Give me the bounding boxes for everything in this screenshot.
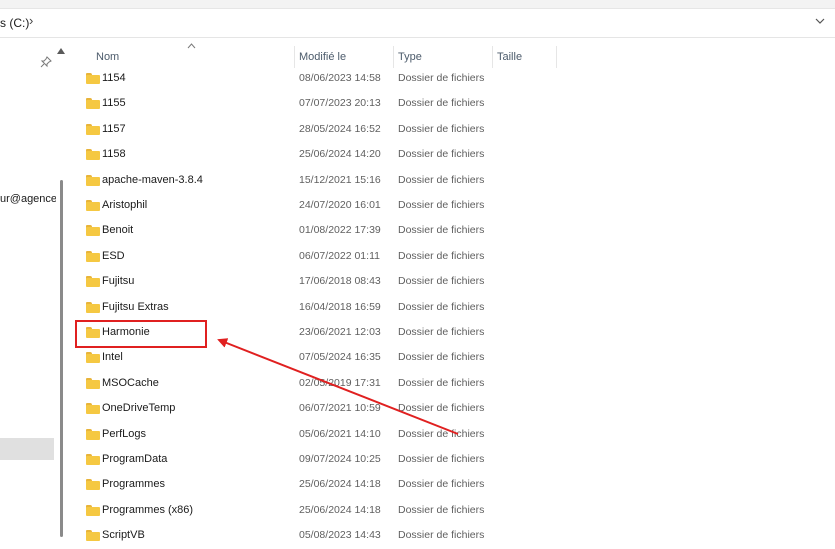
file-name: ScriptVB xyxy=(102,529,145,542)
file-modified-date: 05/06/2021 14:10 xyxy=(299,427,381,440)
file-type: Dossier de fichiers xyxy=(398,529,485,542)
file-modified-date: 15/12/2021 15:16 xyxy=(299,173,381,186)
folder-icon xyxy=(86,352,100,364)
file-type: Dossier de fichiers xyxy=(398,453,485,465)
file-modified-date: 09/07/2024 10:25 xyxy=(299,453,381,465)
file-name: ProgramData xyxy=(102,453,168,465)
table-row[interactable]: OneDriveTemp 06/07/2021 10:59 Dossier de f… xyxy=(80,397,580,422)
file-modified-date: 08/06/2023 14:58 xyxy=(299,72,381,84)
file-name: Intel xyxy=(102,351,123,364)
folder-icon xyxy=(86,454,100,465)
folder-icon xyxy=(86,149,100,161)
file-modified-date: 25/06/2024 14:18 xyxy=(299,478,381,491)
folder-icon xyxy=(86,250,100,262)
file-modified-date: 07/05/2024 16:35 xyxy=(299,351,381,364)
table-row[interactable]: ESD 06/07/2022 01:11 Dossier de fichiers xyxy=(80,245,580,270)
file-name: 1155 xyxy=(102,97,126,110)
folder-icon xyxy=(86,428,100,440)
table-row[interactable]: apache-maven-3.8.4 15/12/2021 15:16 Dossie… xyxy=(80,169,580,194)
file-type: Dossier de fichiers xyxy=(398,402,485,415)
file-name: Programmes (x86) xyxy=(102,503,194,516)
file-modified-date: 02/05/2019 17:31 xyxy=(299,376,381,389)
table-row[interactable]: 1155 07/07/2023 20:13 Dossier de fichiers xyxy=(80,92,580,117)
folder-icon xyxy=(86,123,100,135)
folder-icon xyxy=(86,200,100,211)
table-row[interactable]: Fujitsu 17/06/2018 08:43 Dossier de fichie… xyxy=(80,270,580,295)
folder-icon xyxy=(86,403,100,415)
file-name: Benoit xyxy=(102,224,134,237)
folder-icon xyxy=(86,301,100,313)
file-name: 1158 xyxy=(102,148,126,161)
file-type: Dossier de fichiers xyxy=(398,326,485,338)
table-row[interactable]: 1154 08/06/2023 14:58 Dossier de fichiers xyxy=(80,67,580,92)
folder-icon xyxy=(86,479,100,491)
file-rows: 1154 08/06/2023 14:58 Dossier de fichiers 1… xyxy=(0,0,835,542)
table-row[interactable]: Intel 07/05/2024 16:35 Dossier de fichiers xyxy=(80,346,580,371)
file-type: Dossier de fichiers xyxy=(398,427,485,440)
table-row[interactable]: Programmes (x86) 25/06/2024 14:18 Dossier … xyxy=(80,499,580,524)
file-name: Fujitsu xyxy=(102,275,135,288)
folder-icon xyxy=(86,73,100,84)
file-type: Dossier de fichiers xyxy=(398,148,485,161)
file-type: Dossier de fichiers xyxy=(398,97,485,110)
file-name: 1157 xyxy=(102,122,126,135)
table-row[interactable]: PerfLogs 05/06/2021 14:10 Dossier de fichi… xyxy=(80,423,580,448)
file-type: Dossier de fichiers xyxy=(398,122,485,135)
table-row[interactable]: ProgramData 09/07/2024 10:25 Dossier de fi… xyxy=(80,448,580,473)
table-row[interactable]: Benoit 01/08/2022 17:39 Dossier de fichier… xyxy=(80,219,580,244)
table-row[interactable]: Fujitsu Extras 16/04/2018 16:59 Dossier de… xyxy=(80,296,580,321)
file-name: apache-maven-3.8.4 xyxy=(102,173,203,186)
file-modified-date: 01/08/2022 17:39 xyxy=(299,224,381,237)
file-name: 1154 xyxy=(102,72,126,84)
file-modified-date: 24/07/2020 16:01 xyxy=(299,199,381,211)
folder-icon xyxy=(86,327,100,338)
file-type: Dossier de fichiers xyxy=(398,503,485,516)
file-name: OneDriveTemp xyxy=(102,402,176,415)
folder-icon xyxy=(86,504,100,516)
folder-icon xyxy=(86,276,100,288)
file-name: ESD xyxy=(102,249,125,262)
folder-icon xyxy=(86,225,100,237)
file-type: Dossier de fichiers xyxy=(398,224,485,237)
file-modified-date: 23/06/2021 12:03 xyxy=(299,326,381,338)
file-modified-date: 05/08/2023 14:43 xyxy=(299,529,381,542)
folder-icon xyxy=(86,377,100,389)
table-row[interactable]: Aristophil 24/07/2020 16:01 Dossier de fic… xyxy=(80,194,580,219)
folder-icon xyxy=(86,530,100,542)
file-name: Fujitsu Extras xyxy=(102,300,169,313)
file-type: Dossier de fichiers xyxy=(398,351,485,364)
file-type: Dossier de fichiers xyxy=(398,300,485,313)
table-row[interactable]: MSOCache 02/05/2019 17:31 Dossier de fichi… xyxy=(80,372,580,397)
file-type: Dossier de fichiers xyxy=(398,376,485,389)
file-name: Aristophil xyxy=(102,199,148,211)
file-type: Dossier de fichiers xyxy=(398,72,485,84)
file-name: MSOCache xyxy=(102,376,159,389)
table-row[interactable]: Harmonie 23/06/2021 12:03 Dossier de fichi… xyxy=(80,321,580,346)
table-row[interactable]: 1158 25/06/2024 14:20 Dossier de fichiers xyxy=(80,143,580,168)
file-modified-date: 17/06/2018 08:43 xyxy=(299,275,381,288)
file-modified-date: 25/06/2024 14:18 xyxy=(299,503,381,516)
file-modified-date: 16/04/2018 16:59 xyxy=(299,300,381,313)
file-name: Programmes xyxy=(102,478,165,491)
file-name: Harmonie xyxy=(102,326,150,338)
folder-icon xyxy=(86,174,100,186)
table-row[interactable]: Programmes 25/06/2024 14:18 Dossier de fic… xyxy=(80,473,580,498)
file-modified-date: 25/06/2024 14:20 xyxy=(299,148,381,161)
file-modified-date: 07/07/2023 20:13 xyxy=(299,97,381,110)
file-modified-date: 28/05/2024 16:52 xyxy=(299,122,381,135)
folder-icon xyxy=(86,98,100,110)
file-modified-date: 06/07/2022 01:11 xyxy=(299,249,380,262)
file-type: Dossier de fichiers xyxy=(398,199,485,211)
file-type: Dossier de fichiers xyxy=(398,249,485,262)
table-row[interactable]: 1157 28/05/2024 16:52 Dossier de fichiers xyxy=(80,118,580,143)
file-type: Dossier de fichiers xyxy=(398,275,485,288)
file-modified-date: 06/07/2021 10:59 xyxy=(299,402,381,415)
file-type: Dossier de fichiers xyxy=(398,478,485,491)
file-type: Dossier de fichiers xyxy=(398,173,485,186)
file-name: PerfLogs xyxy=(102,427,147,440)
